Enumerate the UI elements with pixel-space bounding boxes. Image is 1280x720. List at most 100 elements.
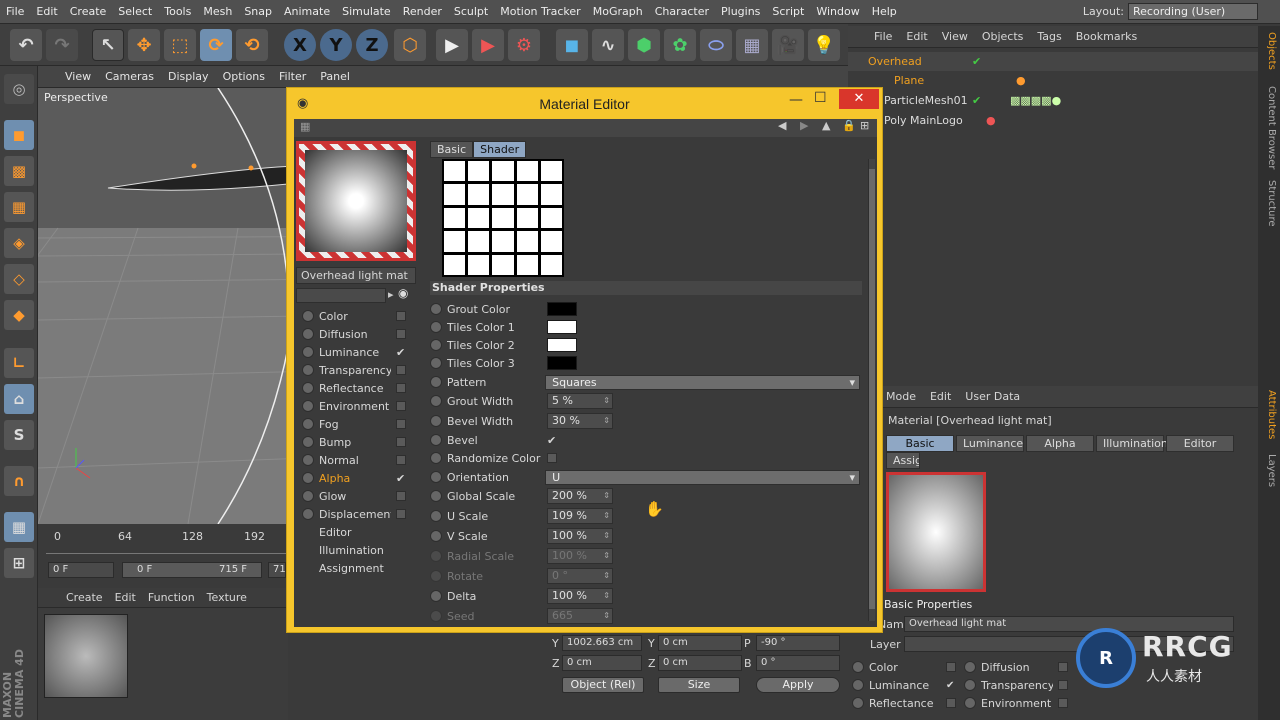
expand-arrow-icon[interactable]: ▸: [388, 288, 394, 301]
redo-icon[interactable]: ↷: [46, 29, 78, 61]
viewport-menu-options[interactable]: Options: [216, 70, 272, 83]
menu-create[interactable]: Create: [64, 5, 113, 18]
tweak-mode-icon[interactable]: ⌂: [4, 384, 34, 414]
channel-bump[interactable]: Bump: [302, 433, 422, 451]
rotate-icon[interactable]: ⟳: [200, 29, 232, 61]
objects-menu-file[interactable]: File: [874, 30, 892, 43]
attr-material-preview[interactable]: [886, 472, 986, 592]
magnet-icon[interactable]: ∩: [4, 466, 34, 496]
subdivision-icon[interactable]: ⬢: [628, 29, 660, 61]
lock-workplane-icon[interactable]: ▦: [4, 512, 34, 542]
material-tag-icon[interactable]: ●: [1016, 74, 1026, 87]
viewport-menu-panel[interactable]: Panel: [313, 70, 357, 83]
render-picture-viewer-icon[interactable]: ▶: [472, 29, 504, 61]
attr-channel-environment[interactable]: Environment: [964, 694, 1068, 712]
menu-edit[interactable]: Edit: [30, 5, 63, 18]
pick-arrow-icon[interactable]: ◉: [398, 286, 408, 300]
channel-environment[interactable]: Environment: [302, 397, 422, 415]
floor-icon[interactable]: ▦: [736, 29, 768, 61]
channel-editor[interactable]: Editor: [302, 523, 422, 541]
texture-mode-icon[interactable]: ▩: [4, 156, 34, 186]
material-thumbnail[interactable]: [44, 614, 128, 698]
matmgr-menu-texture[interactable]: Texture: [207, 591, 247, 604]
objects-menu-edit[interactable]: Edit: [906, 30, 927, 43]
nav-forward-icon[interactable]: ▶: [800, 119, 808, 132]
bevel-checkbox[interactable]: ✔: [547, 434, 556, 447]
orientation-dropdown[interactable]: U: [545, 469, 860, 485]
size-y-field[interactable]: 0 cm: [658, 635, 742, 651]
tab-editor[interactable]: Editor: [1166, 435, 1234, 452]
menu-tools[interactable]: Tools: [158, 5, 197, 18]
tab-layers-vertical[interactable]: Layers: [1261, 450, 1277, 491]
render-view-icon[interactable]: ▶: [436, 29, 468, 61]
objects-menu-objects[interactable]: Objects: [982, 30, 1024, 43]
cube-icon[interactable]: ◼: [556, 29, 588, 61]
apply-button[interactable]: Apply: [756, 677, 840, 693]
viewport-menu-view[interactable]: View: [58, 70, 98, 83]
y-axis-icon[interactable]: Y: [320, 29, 352, 61]
tab-shader[interactable]: Shader: [473, 141, 527, 158]
coordinate-system-icon[interactable]: ⬡: [394, 29, 426, 61]
visibility-check-icon[interactable]: ✔: [972, 94, 981, 107]
model-mode-icon[interactable]: ◼: [4, 120, 34, 150]
menu-select[interactable]: Select: [112, 5, 158, 18]
position-y-field[interactable]: 1002.663 cm: [562, 635, 642, 651]
size-z-field[interactable]: 0 cm: [658, 655, 742, 671]
z-axis-icon[interactable]: Z: [356, 29, 388, 61]
rotation-p-field[interactable]: -90 °: [756, 635, 840, 651]
menu-character[interactable]: Character: [649, 5, 715, 18]
matmgr-menu-function[interactable]: Function: [148, 591, 195, 604]
material-name-field[interactable]: Overhead light mat: [296, 267, 416, 284]
menu-mograph[interactable]: MoGraph: [587, 5, 649, 18]
render-settings-icon[interactable]: ⚙: [508, 29, 540, 61]
axis-mode-icon[interactable]: ∟: [4, 348, 34, 378]
menu-plugins[interactable]: Plugins: [715, 5, 766, 18]
material-filter-field[interactable]: [296, 288, 386, 303]
attr-channel-reflectance[interactable]: Reflectance: [852, 694, 956, 712]
menu-sculpt[interactable]: Sculpt: [448, 5, 494, 18]
polygons-mode-icon[interactable]: ◆: [4, 300, 34, 330]
channel-color[interactable]: Color: [302, 307, 422, 325]
object-row-polymainlogo[interactable]: Poly MainLogo ●: [848, 111, 1258, 130]
channel-reflectance[interactable]: Reflectance: [302, 379, 422, 397]
layout-dropdown[interactable]: Recording (User): [1128, 3, 1258, 20]
channel-normal[interactable]: Normal: [302, 451, 422, 469]
menu-render[interactable]: Render: [397, 5, 448, 18]
menu-file[interactable]: File: [0, 5, 30, 18]
tab-alpha[interactable]: Alpha: [1026, 435, 1094, 452]
position-z-field[interactable]: 0 cm: [562, 655, 642, 671]
global-scale-field[interactable]: 200 %: [547, 488, 613, 504]
array-icon[interactable]: ✿: [664, 29, 696, 61]
nav-up-icon[interactable]: ▲: [822, 119, 830, 132]
snap-icon[interactable]: S: [4, 420, 34, 450]
tab-basic[interactable]: Basic: [430, 141, 474, 158]
tab-assign[interactable]: Assign: [886, 452, 920, 469]
channel-assignment[interactable]: Assignment: [302, 559, 422, 577]
attr-menu-edit[interactable]: Edit: [930, 390, 951, 403]
grout-width-field[interactable]: 5 %: [547, 393, 613, 409]
v-scale-field[interactable]: 100 %: [547, 528, 613, 544]
menu-mesh[interactable]: Mesh: [197, 5, 238, 18]
matmgr-menu-create[interactable]: Create: [66, 591, 103, 604]
menu-window[interactable]: Window: [810, 5, 865, 18]
scale-icon[interactable]: ⬚: [164, 29, 196, 61]
randomize-color-checkbox[interactable]: [547, 453, 557, 463]
minimize-icon[interactable]: —: [789, 92, 803, 108]
delta-field[interactable]: 100 %: [547, 588, 613, 604]
tab-structure-vertical[interactable]: Structure: [1261, 176, 1277, 231]
object-row-particlemesh[interactable]: ParticleMesh01 ✔ ▩▩▩▩●: [848, 91, 1258, 110]
attr-channel-transparency[interactable]: Transparency: [964, 676, 1068, 694]
lock-icon[interactable]: 🔒: [842, 119, 856, 132]
menu-snap[interactable]: Snap: [238, 5, 278, 18]
camera-icon[interactable]: 🎥: [772, 29, 804, 61]
tab-luminance[interactable]: Luminance: [956, 435, 1024, 452]
workplane-icon[interactable]: ▦: [4, 192, 34, 222]
nav-back-icon[interactable]: ◀: [778, 119, 786, 132]
new-window-icon[interactable]: ⊞: [860, 119, 869, 132]
points-mode-icon[interactable]: ◈: [4, 228, 34, 258]
menu-motion-tracker[interactable]: Motion Tracker: [494, 5, 586, 18]
edges-mode-icon[interactable]: ◇: [4, 264, 34, 294]
attr-menu-mode[interactable]: Mode: [886, 390, 916, 403]
x-axis-icon[interactable]: X: [284, 29, 316, 61]
object-row-plane[interactable]: Plane ●: [848, 71, 1258, 90]
